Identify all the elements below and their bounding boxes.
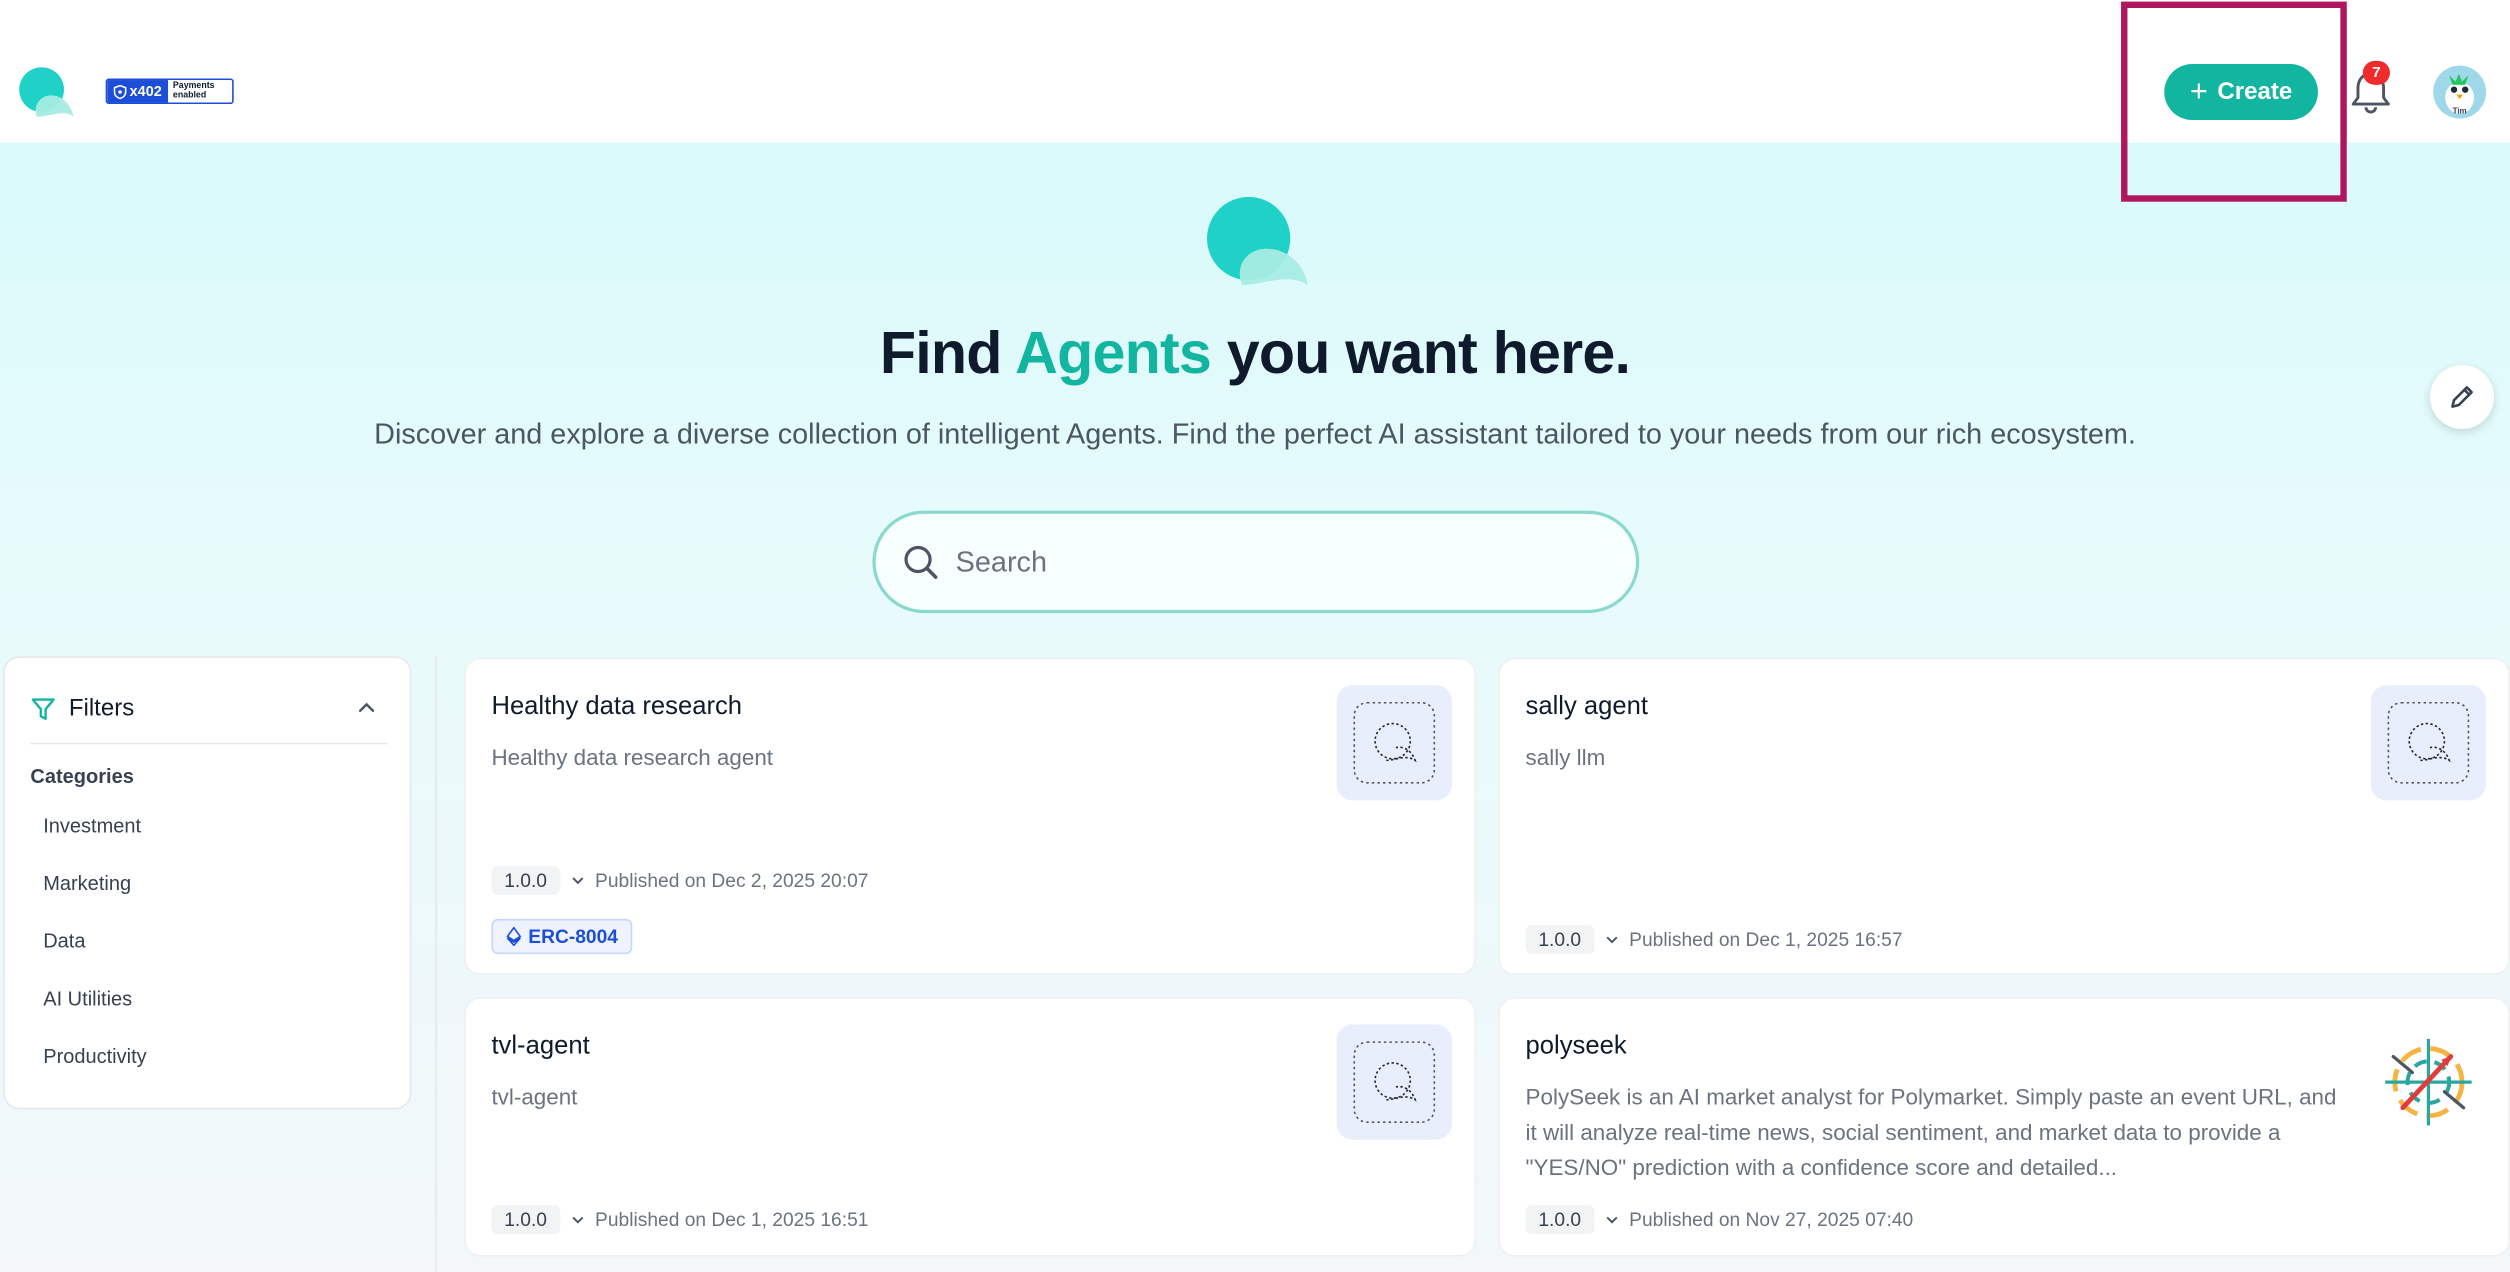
- hero-logo-icon: [1207, 196, 1308, 285]
- agent-thumbnail: [1336, 685, 1452, 801]
- x402-payments-badge: x402 Payments enabled: [105, 78, 234, 105]
- agent-card-description: sally llm: [1525, 744, 1606, 770]
- agent-card-sally-agent[interactable]: sally agent sally llm 1.0.0 Published on…: [1498, 657, 2510, 975]
- agent-placeholder-icon: [2387, 701, 2470, 784]
- x402-label: x402: [129, 83, 162, 100]
- published-date: Published on Dec 1, 2025 16:57: [1629, 928, 1903, 951]
- chevron-down-icon[interactable]: [569, 1212, 585, 1228]
- content-divider: [435, 656, 438, 1272]
- hero-subtitle: Discover and explore a diverse collectio…: [374, 417, 2136, 450]
- badge-line-2: enabled: [172, 91, 207, 101]
- agent-thumbnail: [1336, 1024, 1452, 1140]
- agent-thumbnail: [2370, 685, 2487, 801]
- agent-meta: 1.0.0 Published on Dec 1, 2025 16:51: [491, 1205, 869, 1235]
- categories-label: Categories: [30, 765, 134, 788]
- agent-placeholder-icon: [1353, 1041, 1436, 1123]
- hero-title-suffix: you want here.: [1211, 320, 1631, 386]
- agent-card-polyseek[interactable]: polyseek PolySeek is an AI market analys…: [1498, 997, 2510, 1257]
- category-productivity[interactable]: Productivity: [43, 1045, 146, 1103]
- category-investment[interactable]: Investment: [43, 815, 146, 873]
- search-bar: [872, 510, 1640, 614]
- erc-8004-tag: ERC-8004: [491, 918, 633, 955]
- notification-count-badge: 7: [2362, 60, 2390, 85]
- agent-card-title: tvl-agent: [491, 1032, 590, 1060]
- category-marketing[interactable]: Marketing: [43, 872, 146, 930]
- filters-header[interactable]: Filters: [30, 690, 388, 745]
- plus-icon: +: [2190, 75, 2208, 109]
- version-pill[interactable]: 1.0.0: [491, 1205, 560, 1235]
- ethereum-icon: [506, 926, 522, 947]
- agent-card-tvl-agent[interactable]: tvl-agent tvl-agent 1.0.0 Published on D…: [464, 997, 1476, 1257]
- chevron-down-icon[interactable]: [1604, 1212, 1620, 1228]
- create-button[interactable]: + Create: [2164, 64, 2318, 121]
- badge-line-1: Payments: [172, 81, 215, 92]
- x402-badge-primary: x402: [107, 80, 169, 103]
- agent-card-healthy-data-research[interactable]: Healthy data research Healthy data resea…: [464, 657, 1476, 975]
- agent-card-title: sally agent: [1525, 693, 1649, 721]
- filter-funnel-icon: [31, 697, 55, 720]
- agent-card-description: PolySeek is an AI market analyst for Pol…: [1525, 1083, 2337, 1180]
- agent-placeholder-icon: [1353, 701, 1436, 784]
- user-avatar[interactable]: Tim: [2433, 65, 2487, 119]
- published-date: Published on Dec 1, 2025 16:51: [595, 1208, 869, 1232]
- create-button-label: Create: [2217, 78, 2293, 106]
- top-header: x402 Payments enabled + Create 7 Tim: [0, 0, 2510, 202]
- search-icon: [904, 545, 938, 579]
- agent-card-description: Healthy data research agent: [491, 744, 774, 770]
- edit-floating-button[interactable]: [2430, 364, 2495, 430]
- category-ai-utilities[interactable]: AI Utilities: [43, 988, 146, 1046]
- hero-title: Find Agents you want here.: [0, 320, 2510, 387]
- version-pill[interactable]: 1.0.0: [491, 866, 560, 895]
- filters-title: Filters: [68, 694, 135, 722]
- app-stage: x402 Payments enabled + Create 7 Tim Fin…: [0, 0, 2510, 1272]
- avatar-bird-icon: Tim: [2433, 65, 2487, 119]
- category-list: Investment Marketing Data AI Utilities P…: [43, 815, 146, 1103]
- version-pill[interactable]: 1.0.0: [1525, 1205, 1594, 1235]
- chevron-up-icon[interactable]: [355, 696, 377, 718]
- search-input[interactable]: [955, 545, 1564, 579]
- version-pill[interactable]: 1.0.0: [1525, 925, 1594, 955]
- agent-card-title: polyseek: [1525, 1032, 1627, 1060]
- published-date: Published on Nov 27, 2025 07:40: [1629, 1208, 1914, 1232]
- hero-title-accent: Agents: [1015, 320, 1212, 386]
- agent-meta: 1.0.0 Published on Nov 27, 2025 07:40: [1525, 1205, 1914, 1235]
- app-logo-icon[interactable]: [18, 67, 76, 118]
- agent-meta: 1.0.0 Published on Dec 2, 2025 20:07: [491, 866, 868, 895]
- chevron-down-icon[interactable]: [1604, 932, 1620, 948]
- agent-meta: 1.0.0 Published on Dec 1, 2025 16:57: [1525, 925, 1903, 955]
- shield-icon: [113, 84, 127, 99]
- avatar-label: Tim: [2453, 107, 2467, 116]
- category-data[interactable]: Data: [43, 930, 146, 988]
- published-date: Published on Dec 2, 2025 20:07: [595, 869, 869, 892]
- pencil-icon: [2451, 386, 2473, 408]
- filters-panel: Filters Categories Investment Marketing …: [3, 656, 412, 1110]
- agent-card-description: tvl-agent: [491, 1083, 578, 1110]
- chevron-down-icon[interactable]: [569, 872, 585, 888]
- agent-card-title: Healthy data research: [491, 693, 743, 721]
- x402-badge-secondary: Payments enabled: [168, 80, 220, 103]
- polyseek-compass-icon: [2385, 1038, 2472, 1126]
- hero-title-prefix: Find: [879, 320, 1016, 386]
- erc-tag-label: ERC-8004: [528, 925, 618, 948]
